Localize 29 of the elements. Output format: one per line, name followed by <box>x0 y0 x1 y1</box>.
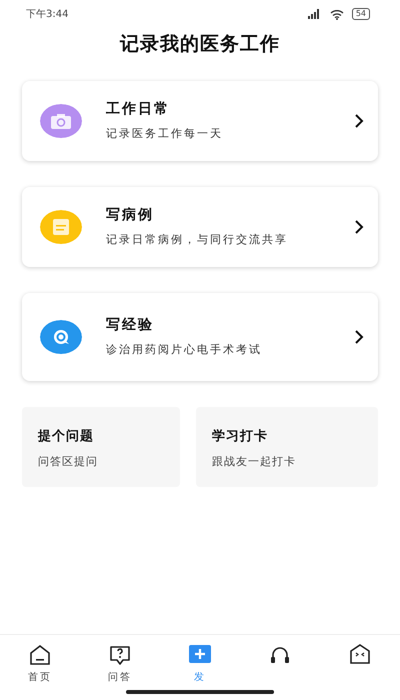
entry-title: 工作日常 <box>106 100 171 119</box>
entry-subtitle: 记录日常病例，与同行交流共享 <box>106 232 289 248</box>
shortcut-subtitle: 跟战友一起打卡 <box>212 454 297 470</box>
entry-card[interactable]: 工作日常 记录医务工作每一天 <box>22 80 378 160</box>
page-title: 记录我的医务工作 <box>118 32 281 57</box>
status-time: 下午3:44 <box>26 8 68 22</box>
home-icon <box>28 643 52 666</box>
wifi-icon <box>330 8 344 20</box>
tab[interactable]: 首页 <box>0 635 80 700</box>
entry-title: 写病例 <box>106 206 155 225</box>
chevron-right-icon <box>354 112 364 128</box>
add-icon <box>188 643 212 666</box>
shortcut-title: 学习打卡 <box>212 428 269 446</box>
entry-subtitle: 记录医务工作每一天 <box>106 126 224 142</box>
tab[interactable]: 问答 <box>80 635 160 700</box>
shortcut-card[interactable]: 学习打卡 跟战友一起打卡 <box>196 406 378 486</box>
battery-level: 54 <box>352 8 370 20</box>
shortcut-title: 提个问题 <box>38 428 95 446</box>
entry-title: 写经验 <box>106 316 155 335</box>
shortcut-subtitle: 问答区提问 <box>38 454 99 470</box>
chevron-right-icon <box>354 328 364 344</box>
chevron-right-icon <box>354 218 364 234</box>
shortcut-card[interactable]: 提个问题 问答区提问 <box>22 406 180 486</box>
question-bubble-icon <box>108 643 132 666</box>
entry-card[interactable]: 写病例 记录日常病例，与同行交流共享 <box>22 186 378 266</box>
signal-icon <box>308 9 322 19</box>
entry-card[interactable]: 写经验 诊治用药阅片心电手术考试 <box>22 292 378 380</box>
entry-subtitle: 诊治用药阅片心电手术考试 <box>106 342 263 358</box>
tab[interactable]: 发 <box>160 635 240 700</box>
